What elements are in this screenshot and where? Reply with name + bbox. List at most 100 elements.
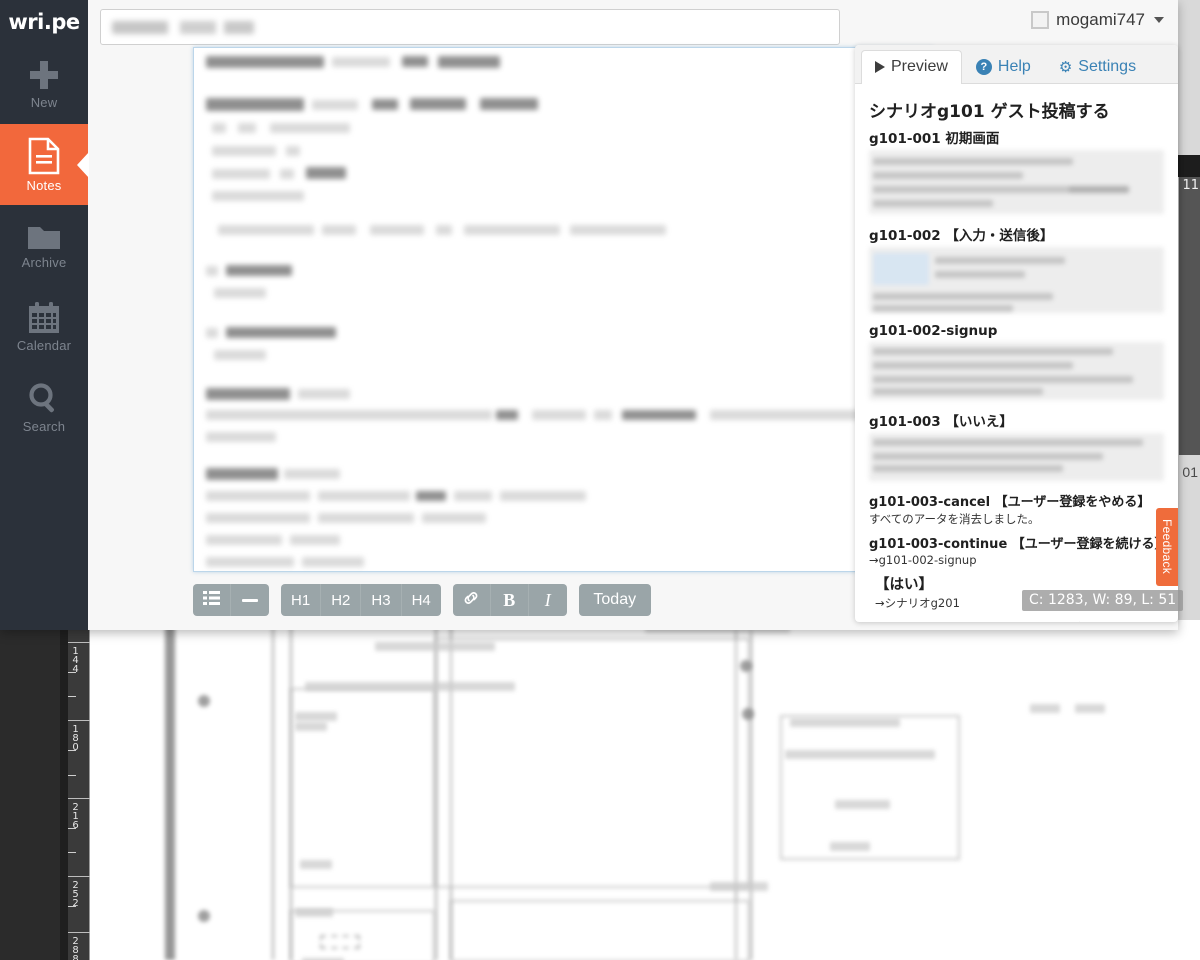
- preview-heading-g101-001: g101-001 初期画面: [869, 131, 1000, 147]
- background-right-dark-cap: [1178, 155, 1200, 177]
- italic-button[interactable]: I: [529, 584, 567, 616]
- link-button[interactable]: [453, 584, 491, 616]
- preview-heading-g101-003-continue: g101-003-continue 【ユーザー登録を続ける】: [869, 537, 1168, 552]
- ruler-label: 180: [70, 724, 81, 751]
- toolbar-group-list: [193, 584, 269, 616]
- preview-screenshot: [869, 247, 1164, 313]
- diagram-label: [295, 712, 337, 721]
- preview-heading-g101-002: g101-002 【入力・送信後】: [869, 228, 1054, 244]
- feedback-tab[interactable]: Feedback: [1156, 508, 1178, 586]
- preview-text-continue: →g101-002-signup: [869, 553, 977, 567]
- background-left-dark-strip: [0, 620, 60, 960]
- sidebar-item-search[interactable]: Search: [0, 367, 88, 448]
- sidebar-item-calendar[interactable]: Calendar: [0, 286, 88, 367]
- diagram-label: [830, 842, 870, 851]
- play-icon: [875, 61, 885, 73]
- sidebar-item-label: New: [30, 94, 58, 110]
- diagram-label: [1075, 704, 1105, 713]
- today-button[interactable]: Today: [579, 584, 651, 616]
- heading4-button[interactable]: H4: [402, 584, 441, 616]
- diagram-frame: [435, 638, 750, 888]
- preview-heading-g101-002-signup: g101-002-signup: [869, 323, 998, 339]
- question-icon: ?: [975, 59, 992, 75]
- diagram-label: [295, 722, 327, 731]
- diagram-label: [300, 860, 332, 869]
- preview-heading-g101-003: g101-003 【いいえ】: [869, 414, 1013, 430]
- search-icon: [27, 382, 61, 416]
- diagram-frame: [290, 910, 435, 960]
- background-ruler-edge: [60, 620, 68, 960]
- minus-icon: [242, 598, 258, 602]
- toolbar-group-format: B I: [452, 584, 567, 616]
- list-icon: [203, 591, 220, 609]
- preview-text-cancel: すべてのアータを消去しました。: [869, 512, 1040, 526]
- diagram-dashed-box: [320, 935, 360, 949]
- diagram-label: [1030, 704, 1060, 713]
- background-canvas: [90, 620, 1200, 960]
- preview-content: シナリオg101 ゲスト投稿する g101-001 初期画面 g101-002 …: [855, 84, 1178, 622]
- preview-heading-1: シナリオg101 ゲスト投稿する: [869, 102, 1110, 122]
- user-name[interactable]: mogami747: [1056, 10, 1145, 30]
- toolbar-group-headings: H1 H2 H3 H4: [281, 584, 441, 616]
- app-window-body: wri.pe New Notes Archive Calendar Search…: [0, 0, 1178, 630]
- app-window: wri.pe New Notes Archive Calendar Search…: [0, 0, 1178, 630]
- status-counter: C: 1283, W: 89, L: 51: [1022, 590, 1184, 611]
- tab-help[interactable]: ? Help: [962, 50, 1045, 84]
- feedback-label: Feedback: [1160, 519, 1174, 575]
- screen-root: 144 180 216 252 288 11 01 wri.pe New Not…: [0, 0, 1200, 960]
- diagram-node: [740, 660, 752, 672]
- note-body-textarea[interactable]: [193, 47, 933, 572]
- app-logo[interactable]: wri.pe: [0, 0, 88, 43]
- link-icon: [463, 590, 479, 610]
- preview-heading-g201: シナリオg201 ユーザー登録する: [869, 617, 1164, 622]
- document-icon: [28, 137, 60, 175]
- preview-screenshot: [869, 433, 1164, 481]
- tab-preview[interactable]: Preview: [861, 50, 962, 84]
- heading3-button[interactable]: H3: [361, 584, 402, 616]
- diagram-lifeline: [750, 620, 752, 960]
- preview-heading-g101-003-cancel: g101-003-cancel 【ユーザー登録をやめる】: [869, 495, 1151, 510]
- sidebar-item-label: Notes: [26, 177, 62, 193]
- tab-label: Help: [997, 58, 1031, 75]
- sidebar-item-label: Calendar: [16, 337, 72, 353]
- list-button[interactable]: [193, 584, 231, 616]
- gear-icon: ⚙: [1058, 59, 1073, 76]
- diagram-label: [295, 908, 333, 917]
- sidebar-item-label: Search: [22, 418, 66, 434]
- bold-button[interactable]: B: [491, 584, 529, 616]
- ruler-label: 252: [70, 880, 81, 907]
- plus-icon: [27, 58, 61, 92]
- diagram-node: [742, 708, 754, 720]
- diagram-frame: [450, 900, 750, 960]
- preview-screenshot: [869, 342, 1164, 400]
- sidebar-item-new[interactable]: New: [0, 43, 88, 124]
- chevron-down-icon[interactable]: [1154, 17, 1164, 23]
- tab-label: Preview: [891, 58, 948, 75]
- note-title-value-redacted: [112, 21, 254, 34]
- folder-icon: [26, 222, 62, 252]
- tab-settings[interactable]: ⚙ Settings: [1045, 50, 1150, 84]
- diagram-label: [305, 682, 515, 691]
- diagram-frame: [780, 715, 960, 860]
- ruler-label: 216: [70, 802, 81, 829]
- sidebar-item-archive[interactable]: Archive: [0, 205, 88, 286]
- sidebar-item-label: Archive: [21, 254, 67, 270]
- heading1-button[interactable]: H1: [281, 584, 322, 616]
- diagram-lifeline: [272, 620, 274, 960]
- ruler-label: 144: [70, 646, 81, 673]
- diagram-vertical-bar: [165, 620, 175, 960]
- diagram-label: [375, 642, 495, 651]
- heading2-button[interactable]: H2: [321, 584, 362, 616]
- editor-column: mogami747 H1 H2 H3 H4 B I Today Preview …: [88, 0, 1178, 630]
- diagram-node: [198, 910, 210, 922]
- preview-tab-bar: Preview ? Help ⚙ Settings: [855, 45, 1178, 84]
- diagram-label: [785, 750, 935, 759]
- diagram-label: [835, 800, 890, 809]
- note-title-input[interactable]: [100, 9, 840, 45]
- diagram-label: [710, 882, 768, 891]
- background-right-label-2: 01: [1182, 464, 1198, 480]
- horizontal-rule-button[interactable]: [231, 584, 269, 616]
- background-right-strip: [1178, 155, 1200, 455]
- diagram-node: [198, 695, 210, 707]
- sidebar-item-notes[interactable]: Notes: [0, 124, 88, 205]
